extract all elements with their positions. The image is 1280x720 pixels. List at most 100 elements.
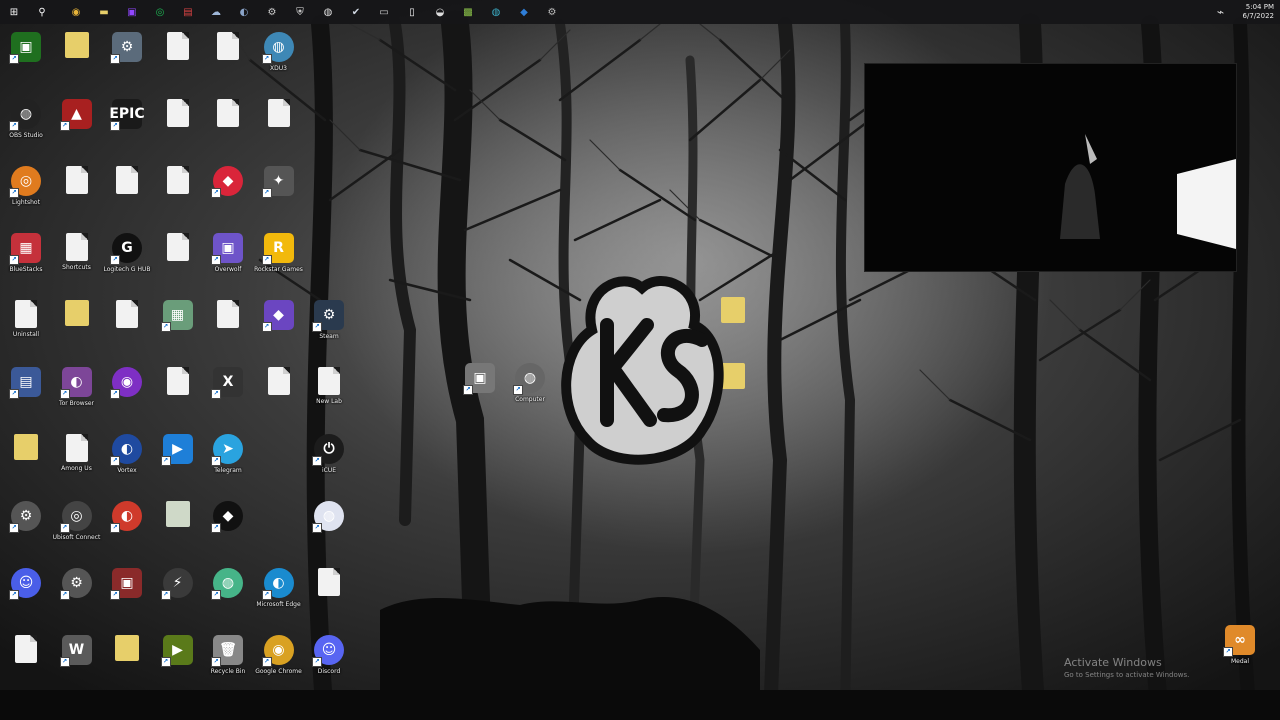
desktop-icon[interactable] (102, 166, 152, 230)
desktop-icon[interactable] (52, 300, 102, 364)
desktop-icon[interactable]: Uninstall (1, 300, 51, 364)
desktop-icon[interactable] (153, 99, 203, 163)
desktop-icon[interactable]: Shortcuts (52, 233, 102, 297)
browser-icon[interactable]: ◍ (482, 0, 510, 24)
desktop-icon[interactable]: ◆ ↗ (254, 300, 304, 364)
monitor-icon[interactable]: ▭ (370, 0, 398, 24)
spotify-icon[interactable]: ◎ (146, 0, 174, 24)
github-icon[interactable]: ◒ (426, 0, 454, 24)
desktop-icon[interactable]: ▲ ↗ (52, 99, 102, 163)
minecraft-icon[interactable]: ▩ (454, 0, 482, 24)
desktop-icon[interactable]: ◉ ↗ Google Chrome (254, 635, 304, 699)
desktop-icon[interactable]: ◆ ↗ (203, 501, 253, 565)
desktop-icon[interactable]: ⚙ ↗ (1, 501, 51, 565)
desktop-icon[interactable]: ◎ ↗ Ubisoft Connect (52, 501, 102, 565)
desktop-icon[interactable]: ▶ ↗ (153, 635, 203, 699)
desktop-icon[interactable]: ⚙ ↗ (102, 32, 152, 96)
desktop-icon[interactable]: ◍ ↗ OBS Studio (1, 99, 51, 163)
desktop-icon[interactable]: ▣ ↗ Overwolf (203, 233, 253, 297)
desktop-icon[interactable]: Among Us (52, 434, 102, 498)
desktop-icon[interactable]: ◐ ↗ Microsoft Edge (254, 568, 304, 632)
desktop-icon-label: Overwolf (214, 266, 242, 273)
desktop-icon[interactable]: New Lab (304, 367, 354, 431)
desktop-icon[interactable]: ▶ ↗ (153, 434, 203, 498)
desktop-icon[interactable] (203, 32, 253, 96)
settings-icon[interactable]: ⚙ (258, 0, 286, 24)
shortcut-arrow-icon: ↗ (261, 590, 272, 600)
desktop-icon[interactable]: ◆ ↗ (203, 166, 253, 230)
desktop-icon[interactable] (254, 99, 304, 163)
app-icon: ⚡ ↗ (160, 568, 193, 600)
desktop-icon[interactable]: ◐ ↗ (102, 501, 152, 565)
desktop-icon[interactable]: X ↗ (203, 367, 253, 431)
desktop-icon[interactable]: ◍ ↗ XDU3 (254, 32, 304, 96)
globe-icon[interactable]: ◐ (230, 0, 258, 24)
desktop-icon[interactable]: ☺ ↗ (1, 568, 51, 632)
desktop-icon[interactable]: W ↗ (52, 635, 102, 699)
app-icon: ◉ ↗ (110, 367, 142, 399)
desktop-icon[interactable]: ▤ ↗ (1, 367, 51, 431)
desktop-icon[interactable]: EPIC ↗ (102, 99, 152, 163)
shield-icon[interactable]: ⛨ (286, 0, 314, 24)
desktop-icon[interactable] (102, 635, 152, 699)
desktop-icon[interactable]: ◐ ↗ Tor Browser (52, 367, 102, 431)
start-icon[interactable]: ⊞ (0, 0, 28, 24)
desktop-icon[interactable]: ◍ ↗ (304, 501, 354, 565)
desktop-icon[interactable]: ▦↗ (153, 300, 203, 364)
app-icon[interactable]: ▤ (174, 0, 202, 24)
desktop-icon[interactable]: ⚙ ↗ (52, 568, 102, 632)
desktop-icon[interactable] (203, 300, 253, 364)
desktop-icon[interactable] (254, 367, 304, 431)
desktop-icon[interactable] (153, 32, 203, 96)
desktop-icon[interactable]: ➤ ↗ Telegram (203, 434, 253, 498)
desktop-icon[interactable] (52, 32, 102, 96)
desktop-icon[interactable]: ▣ ↗ (455, 363, 505, 427)
obs-icon[interactable]: ◍ (314, 0, 342, 24)
desktop-icon[interactable] (153, 501, 203, 565)
desktop-icon[interactable]: ◎ ↗ Lightshot (1, 166, 51, 230)
vpn-icon[interactable]: ◆ (510, 0, 538, 24)
steam-icon[interactable]: ✔ (342, 0, 370, 24)
desktop-icon[interactable]: 🗑 ↗ Recycle Bin (203, 635, 253, 699)
overlay-scene (865, 64, 1236, 271)
desktop-icon[interactable] (153, 367, 203, 431)
desktop-icon[interactable]: ◍ ↗ Computer (505, 363, 555, 427)
desktop-icon[interactable]: R ↗ Rockstar Games (254, 233, 304, 297)
desktop-icon[interactable] (1, 635, 51, 699)
file-explorer-icon[interactable]: ▬ (90, 0, 118, 24)
file-icon (217, 300, 239, 328)
desktop-icon[interactable]: ◉ ↗ (102, 367, 152, 431)
desktop-icon[interactable]: ⏻ ↗ iCUE (304, 434, 354, 498)
file-icon (166, 99, 189, 127)
video-overlay-window[interactable] (865, 64, 1236, 271)
app-icon: ⚙ ↗ (9, 501, 41, 533)
network-icon[interactable]: ⌁ (1207, 0, 1235, 24)
desktop-icon[interactable]: G ↗ Logitech G HUB (102, 233, 152, 297)
twitch-icon[interactable]: ▣ (118, 0, 146, 24)
app-icon: ◐ ↗ (261, 568, 294, 600)
desktop-icon[interactable]: ▣ ↗ (102, 568, 152, 632)
notepad-icon[interactable]: ▯ (398, 0, 426, 24)
desktop-icon[interactable] (203, 99, 253, 163)
desktop-icon[interactable]: ✦↗ (254, 166, 304, 230)
desktop-icon[interactable] (153, 166, 203, 230)
search-icon[interactable]: ⚲ (28, 0, 56, 24)
chrome-icon[interactable]: ◉ (62, 0, 90, 24)
desktop-icon[interactable] (1, 434, 51, 498)
desktop-icon[interactable] (102, 300, 152, 364)
desktop-icon[interactable]: ☺ ↗ Discord (304, 635, 354, 699)
cloud-icon[interactable]: ☁ (202, 0, 230, 24)
desktop-icon[interactable]: ◍ ↗ (203, 568, 253, 632)
desktop-icon[interactable]: ⚙ ↗ Steam (304, 300, 354, 364)
desktop-icon[interactable] (153, 233, 203, 297)
desktop-icon[interactable]: ◐ ↗ Vortex (102, 434, 152, 498)
desktop-icon[interactable]: ▣ ↗ (1, 32, 51, 96)
desktop-icon[interactable] (304, 568, 354, 632)
desktop-icon[interactable]: ▦ ↗ BlueStacks (1, 233, 51, 297)
clock[interactable]: 5:04 PM 6/7/2022 (1235, 3, 1280, 21)
gear-icon[interactable]: ⚙ (538, 0, 566, 24)
app-icon: ▦↗ (160, 300, 193, 332)
desktop-icon[interactable]: ⚡ ↗ (153, 568, 203, 632)
desktop-icon[interactable] (52, 166, 102, 230)
desktop-icon[interactable]: ∞ ↗ Medal (1215, 625, 1265, 689)
